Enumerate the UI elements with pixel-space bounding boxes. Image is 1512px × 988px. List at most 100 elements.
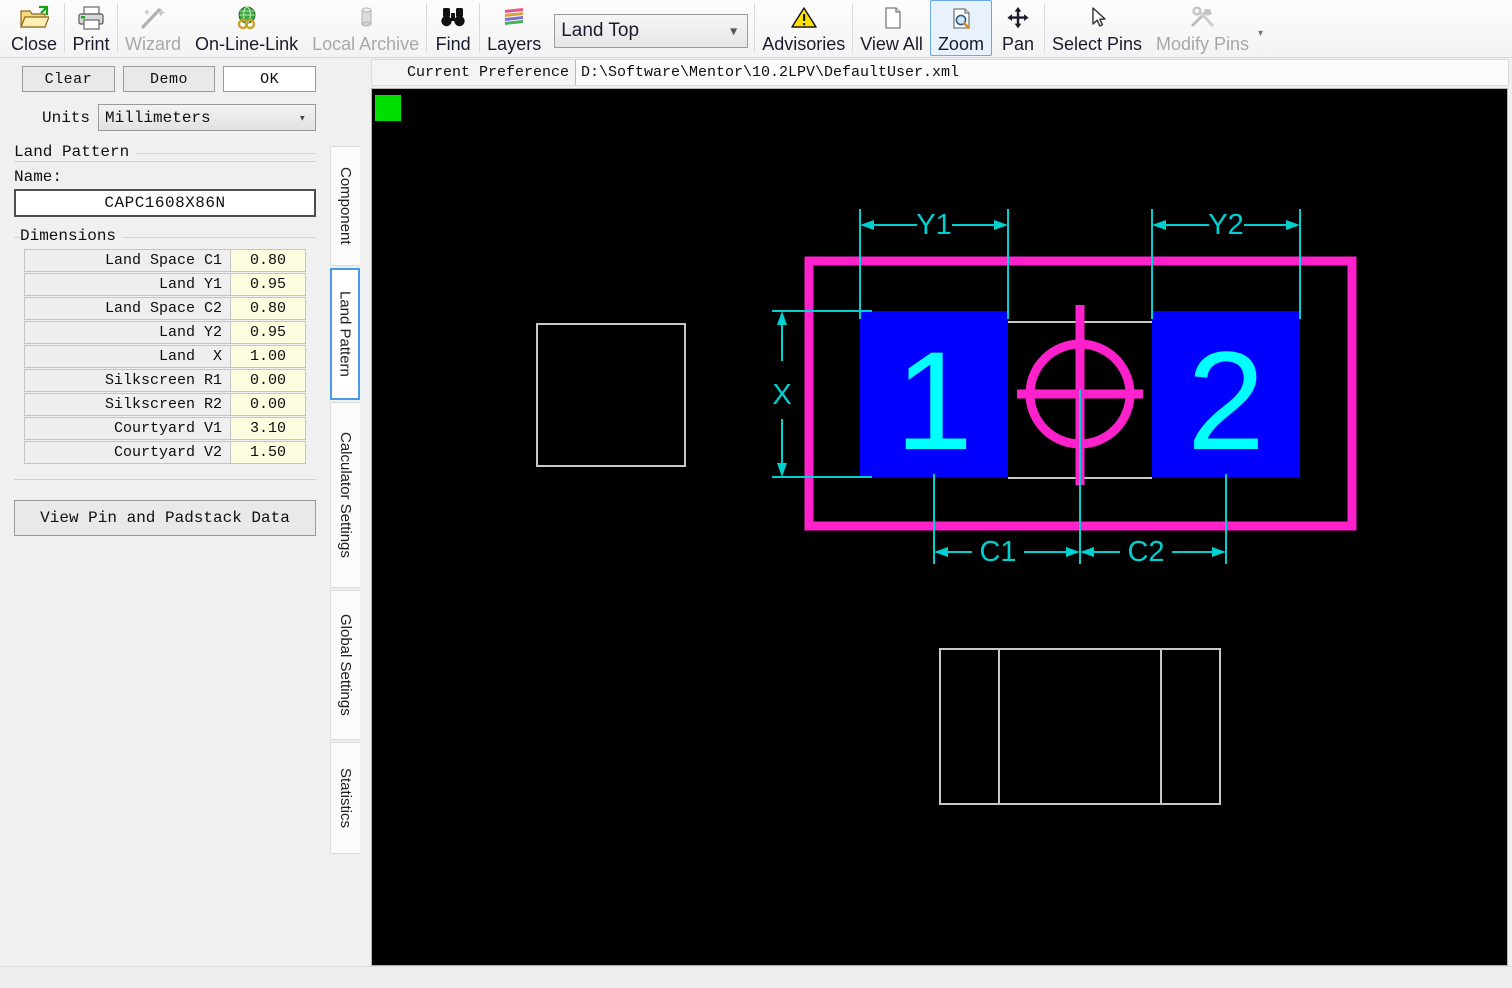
- land-pattern-name-field[interactable]: CAPC1608X86N: [14, 189, 316, 217]
- table-row[interactable]: Courtyard V2 1.50: [24, 441, 306, 464]
- dimension-value[interactable]: 0.80: [231, 297, 306, 320]
- toolbar-button-print[interactable]: Print: [65, 0, 117, 58]
- toolbar-button-local-archive[interactable]: Local Archive: [305, 0, 426, 58]
- toolbar-button-close[interactable]: Close: [4, 0, 64, 58]
- dimensions-table: Land Space C1 0.80 Land Y1 0.95 Land Spa…: [14, 245, 316, 464]
- table-row[interactable]: Silkscreen R1 0.00: [24, 369, 306, 392]
- toolbar-button-advisories[interactable]: Advisories: [755, 0, 852, 58]
- origin-marker: [375, 95, 401, 121]
- ok-button[interactable]: OK: [223, 66, 317, 92]
- chevron-down-icon: ▾: [298, 111, 306, 125]
- dimension-value[interactable]: 0.00: [231, 369, 306, 392]
- dimension-key: Courtyard V1: [24, 417, 231, 440]
- dimension-value[interactable]: 0.95: [231, 321, 306, 344]
- table-row[interactable]: Silkscreen R2 0.00: [24, 393, 306, 416]
- dimension-Y1: Y1: [860, 209, 1008, 241]
- dimension-C2: C2: [1080, 536, 1226, 568]
- application-window: Close Print Wizard On-Line-Link Local Ar…: [0, 0, 1512, 988]
- toolbar-label: Layers: [487, 34, 542, 54]
- land-pattern-group-title: Land Pattern: [14, 143, 136, 161]
- dimension-value[interactable]: 0.00: [231, 393, 306, 416]
- tab-component[interactable]: Component: [330, 146, 360, 266]
- dimension-key: Land Y2: [24, 321, 231, 344]
- toolbar-button-layers[interactable]: Layers: [480, 0, 548, 58]
- pan-move-icon: [1001, 3, 1035, 33]
- toolbar-label: View All: [860, 34, 923, 54]
- dimension-value[interactable]: 0.95: [231, 273, 306, 296]
- dimension-value[interactable]: 3.10: [231, 417, 306, 440]
- printer-icon: [74, 3, 108, 33]
- table-row[interactable]: Courtyard V1 3.10: [24, 417, 306, 440]
- dimension-key: Land Space C1: [24, 249, 231, 272]
- dimension-value[interactable]: 1.50: [231, 441, 306, 464]
- toolbar-label: Local Archive: [312, 34, 420, 54]
- tab-statistics[interactable]: Statistics: [330, 742, 360, 854]
- current-preference-label: Current Preference: [372, 60, 576, 85]
- tab-label: Calculator Settings: [337, 432, 354, 558]
- units-select[interactable]: Millimeters ▾: [98, 104, 316, 131]
- toolbar-button-wizard[interactable]: Wizard: [118, 0, 188, 58]
- toolbar-overflow-chevron-icon[interactable]: ▾: [1258, 28, 1263, 39]
- dimension-C1: C1: [934, 536, 1080, 568]
- toolbar-button-find[interactable]: Find: [427, 0, 479, 58]
- current-preference-bar: Current Preference D:\Software\Mentor\10…: [371, 59, 1509, 86]
- dimension-value[interactable]: 1.00: [231, 345, 306, 368]
- dimension-key: Silkscreen R1: [24, 369, 231, 392]
- dimension-key: Land Space C2: [24, 297, 231, 320]
- tab-calculator-settings[interactable]: Calculator Settings: [330, 402, 360, 588]
- toolbar-label: Close: [11, 34, 58, 54]
- pin-number-1: 1: [895, 322, 973, 479]
- toolbar-button-on-line-link[interactable]: On-Line-Link: [188, 0, 305, 58]
- units-row: Units Millimeters ▾: [0, 92, 330, 131]
- main-toolbar: Close Print Wizard On-Line-Link Local Ar…: [0, 0, 1512, 58]
- demo-button[interactable]: Demo: [122, 66, 216, 92]
- toolbar-label: Advisories: [762, 34, 846, 54]
- dimension-X: X: [772, 311, 792, 477]
- dimension-label-C2: C2: [1127, 536, 1164, 568]
- toolbar-button-zoom[interactable]: Zoom: [929, 0, 992, 56]
- chevron-down-icon: ▾: [730, 22, 738, 39]
- table-row[interactable]: Land Y2 0.95: [24, 321, 306, 344]
- toolbar-button-select-pins[interactable]: Select Pins: [1045, 0, 1149, 58]
- globe-link-icon: [230, 3, 264, 33]
- toolbar-label: Select Pins: [1051, 34, 1142, 54]
- clear-button[interactable]: Clear: [22, 66, 115, 92]
- tab-land-pattern[interactable]: Land Pattern: [330, 268, 360, 400]
- dimension-label-Y2: Y2: [1208, 209, 1243, 241]
- table-row[interactable]: Land Y1 0.95: [24, 273, 306, 296]
- layer-select-combo[interactable]: Land Top ▾: [554, 14, 749, 48]
- dimensions-group: Dimensions Land Space C1 0.80 Land Y1 0.…: [14, 227, 316, 480]
- dimension-value[interactable]: 0.80: [231, 249, 306, 272]
- left-control-panel: Clear Demo OK Units Millimeters ▾ Land P…: [0, 59, 330, 964]
- toolbar-label: Wizard: [125, 34, 182, 54]
- table-row[interactable]: Land Space C1 0.80: [24, 249, 306, 272]
- dimension-key: Land Y1: [24, 273, 231, 296]
- toolbar-label: Find: [435, 34, 471, 54]
- warning-triangle-icon: [787, 3, 821, 33]
- land-pattern-canvas[interactable]: 1 2 Y1 Y2 X C1 C2: [371, 88, 1508, 966]
- toolbar-label: Print: [72, 34, 110, 54]
- status-bar: [0, 966, 1512, 988]
- layers-stack-icon: [497, 3, 531, 33]
- archive-cylinder-icon: [349, 3, 383, 33]
- toolbar-label: Modify Pins: [1156, 34, 1250, 54]
- vertical-tab-strip: Component Land Pattern Calculator Settin…: [330, 146, 360, 966]
- tab-label: Global Settings: [337, 614, 354, 716]
- action-button-row: Clear Demo OK: [0, 59, 330, 92]
- dimension-Y2: Y2: [1152, 209, 1300, 241]
- table-row[interactable]: Land Space C2 0.80: [24, 297, 306, 320]
- layer-select-value: Land Top: [561, 20, 640, 41]
- toolbar-button-pan[interactable]: Pan: [992, 0, 1044, 58]
- view-pin-and-padstack-data-button[interactable]: View Pin and Padstack Data: [14, 500, 316, 536]
- toolbar-label: Pan: [1001, 34, 1034, 54]
- toolbar-button-view-all[interactable]: View All: [853, 0, 930, 58]
- toolbar-button-modify-pins[interactable]: Modify Pins: [1149, 0, 1256, 58]
- land-pattern-name-label: Name:: [14, 168, 63, 186]
- binoculars-icon: [436, 3, 470, 33]
- dimension-label-Y1: Y1: [916, 209, 951, 241]
- dimensions-group-title: Dimensions: [20, 227, 123, 245]
- dimension-key: Silkscreen R2: [24, 393, 231, 416]
- tab-global-settings[interactable]: Global Settings: [330, 590, 360, 740]
- table-row[interactable]: Land X 1.00: [24, 345, 306, 368]
- land-pattern-drawing: 1 2 Y1 Y2 X C1 C2: [375, 95, 1357, 805]
